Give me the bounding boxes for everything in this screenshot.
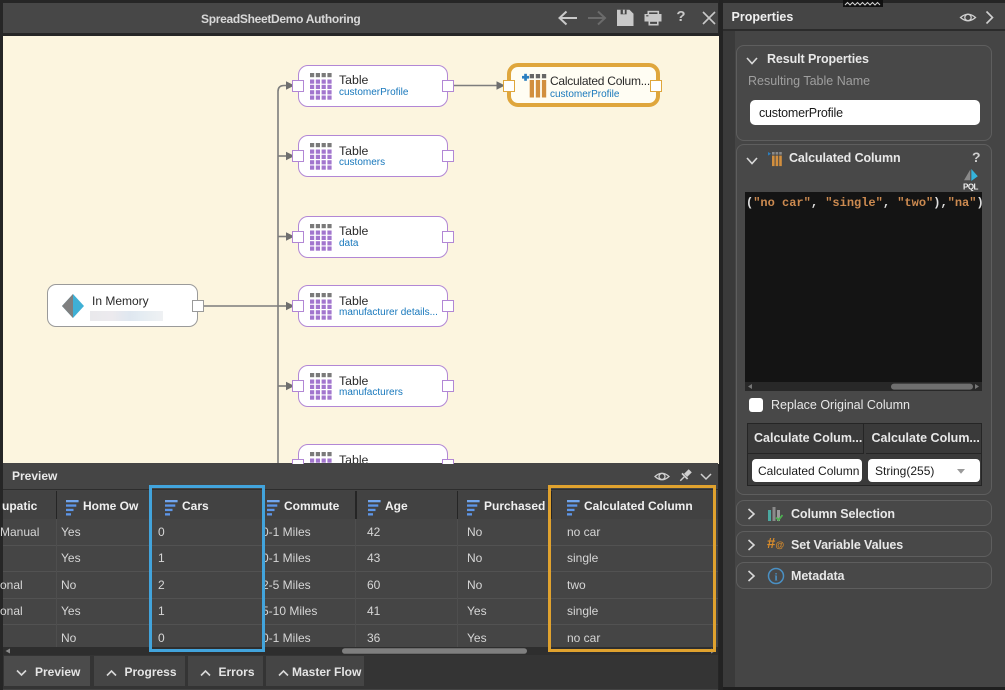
svg-text:i: i (775, 572, 778, 584)
svg-text:PQL: PQL (963, 183, 979, 192)
